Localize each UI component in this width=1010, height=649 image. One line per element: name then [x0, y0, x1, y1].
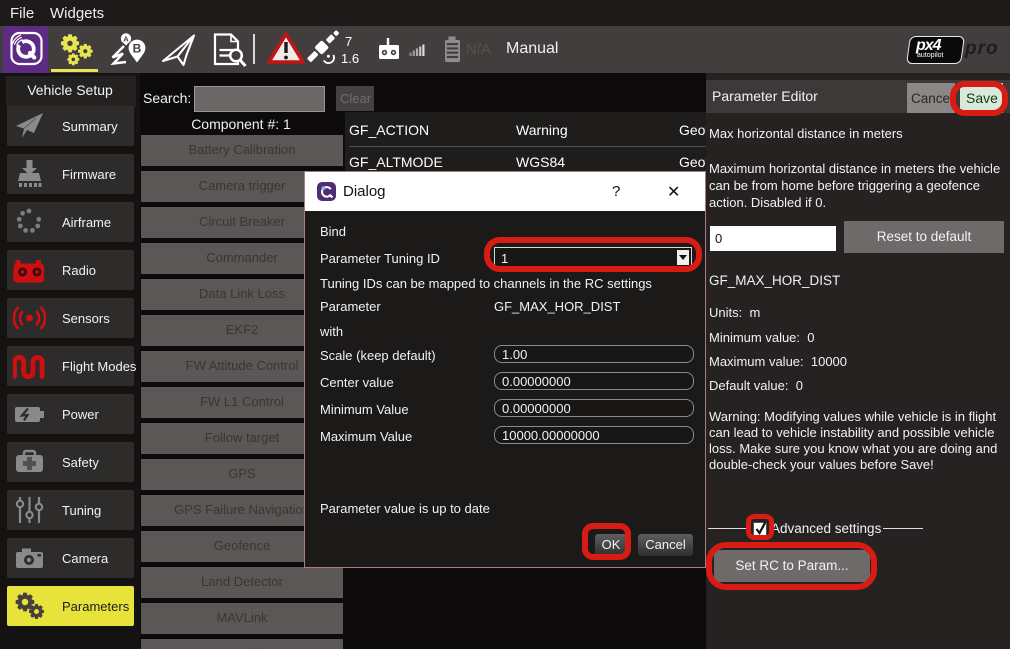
svg-text:B: B [133, 42, 142, 56]
svg-text:A: A [123, 35, 129, 44]
